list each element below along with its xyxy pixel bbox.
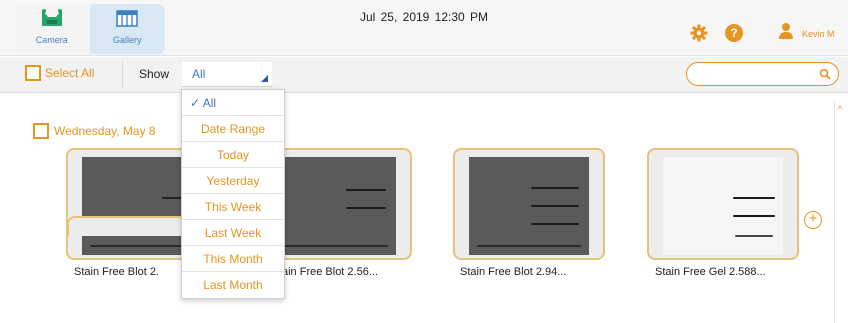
- search-icon[interactable]: [819, 67, 831, 85]
- select-all-checkbox[interactable]: [25, 65, 41, 81]
- dropdown-option-label: All: [202, 96, 217, 110]
- search-input[interactable]: [686, 62, 839, 86]
- add-icon[interactable]: +: [804, 211, 822, 229]
- user-name: Kevin M: [802, 28, 835, 39]
- image-card[interactable]: [453, 148, 605, 260]
- show-label: Show: [139, 67, 170, 81]
- show-filter-select[interactable]: All: [182, 62, 272, 87]
- image-card-label: Stain Free Blot 2.94...: [460, 266, 567, 278]
- dropdown-option-today[interactable]: Today: [182, 142, 284, 168]
- select-all-control[interactable]: Select All: [25, 65, 94, 81]
- app-header: Camera Gallery Jul 25, 2019 12:30 PM ? K…: [0, 0, 848, 56]
- dropdown-option-all[interactable]: ✓ All: [182, 90, 284, 116]
- image-card-label: Stain Free Blot 2.: [74, 266, 159, 278]
- dropdown-arrow-icon: [261, 75, 268, 82]
- gallery-content: Wednesday, May 8 Stain Free Blot 2. ain …: [0, 94, 848, 323]
- image-card-label: Stain Free Gel 2.588...: [655, 266, 766, 278]
- date-group-label: Wednesday, May 8: [54, 124, 156, 138]
- side-scroll-rail[interactable]: ^: [834, 102, 848, 323]
- select-all-label: Select All: [45, 66, 95, 80]
- tab-camera-label: Camera: [35, 35, 68, 45]
- gear-icon[interactable]: [690, 24, 708, 47]
- toolbar: Select All Show All: [0, 57, 848, 93]
- help-icon[interactable]: ?: [725, 24, 743, 42]
- header-datetime: Jul 25, 2019 12:30 PM: [359, 10, 489, 24]
- gel-thumbnail: [663, 157, 783, 255]
- toolbar-divider: [122, 62, 123, 88]
- dropdown-option-yesterday[interactable]: Yesterday: [182, 168, 284, 194]
- image-card-label: ain Free Blot 2.56...: [282, 266, 378, 278]
- dropdown-option-last-week[interactable]: Last Week: [182, 220, 284, 246]
- image-card[interactable]: [647, 148, 799, 260]
- dropdown-option-this-week[interactable]: This Week: [182, 194, 284, 220]
- group-checkbox[interactable]: [33, 123, 49, 139]
- show-filter-dropdown: ✓ All Date Range Today Yesterday This We…: [181, 89, 285, 299]
- user-menu[interactable]: Kevin M: [778, 22, 835, 45]
- dropdown-option-this-month[interactable]: This Month: [182, 246, 284, 272]
- user-icon: [778, 22, 794, 45]
- blot-thumbnail: [469, 157, 589, 255]
- date-group-header[interactable]: Wednesday, May 8: [33, 123, 156, 139]
- app-window: Camera Gallery Jul 25, 2019 12:30 PM ? K…: [0, 0, 848, 323]
- tab-gallery-label: Gallery: [112, 35, 142, 45]
- checkmark-icon: ✓: [190, 96, 201, 110]
- blot-thumbnail: [276, 157, 396, 255]
- show-filter-value: All: [192, 67, 206, 81]
- dropdown-option-date-range[interactable]: Date Range: [182, 116, 284, 142]
- dropdown-option-last-month[interactable]: Last Month: [182, 272, 284, 298]
- rail-chevron-icon: ^: [838, 104, 843, 114]
